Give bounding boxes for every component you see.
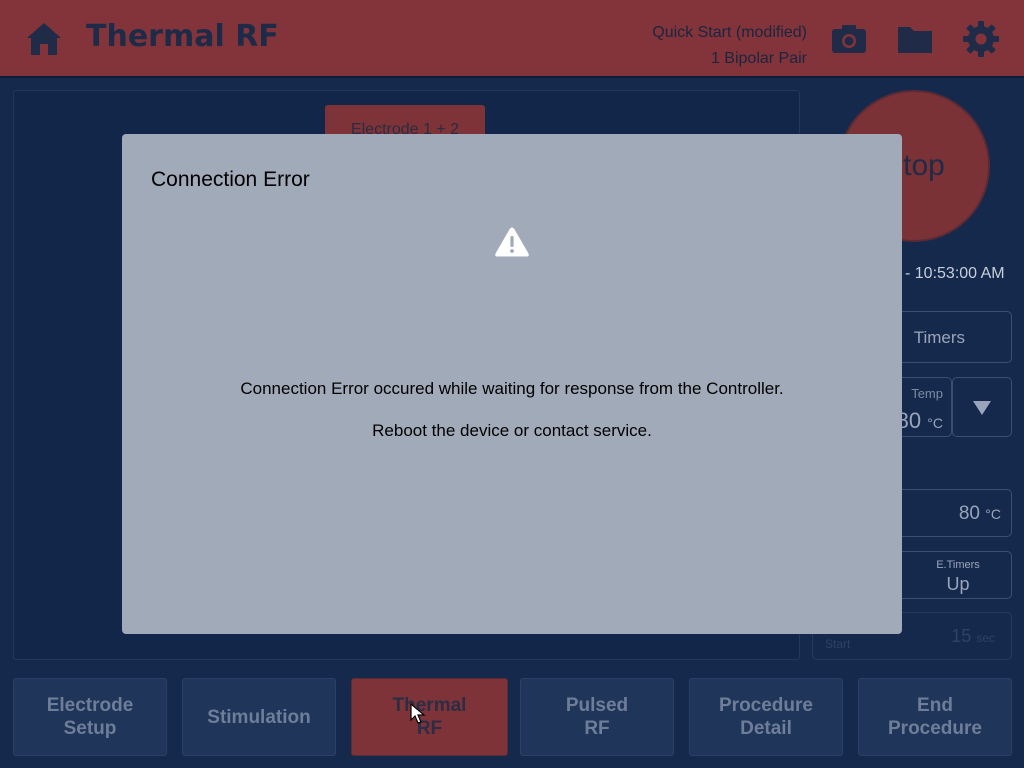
dialog-title: Connection Error — [151, 168, 310, 191]
instruction-message: Reboot the device or contact service. — [372, 421, 652, 440]
mouse-cursor-icon — [410, 703, 426, 724]
connection-error-dialog: Connection Error Connection Error occure… — [122, 134, 902, 634]
warning-icon — [495, 227, 529, 257]
error-message: Connection Error occured while waiting f… — [240, 379, 784, 398]
